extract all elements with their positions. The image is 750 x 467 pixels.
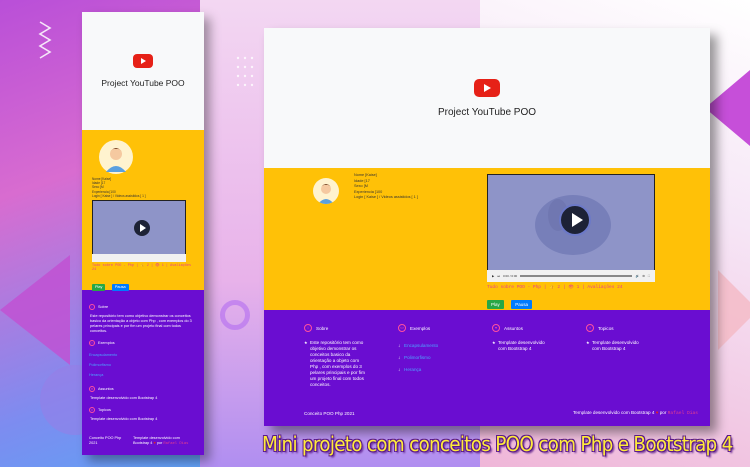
link-polimorfismo[interactable]: Polimorfismo (398, 352, 493, 364)
video-time: 0:00 / 0:00 (503, 274, 518, 278)
progress-bar[interactable] (520, 275, 633, 277)
footer-right: Template desenvolvido com Bootstrap 4 ♥ … (133, 436, 197, 447)
youtube-play-icon (133, 54, 153, 68)
section-heading: Sobre (98, 305, 109, 309)
footer-author: Rafael Dias (163, 442, 189, 446)
footer-right-text: Template desenvolvido com Bootstrap 4 (572, 410, 655, 415)
section-heading: Topicos (598, 325, 614, 331)
section-text: Template desenvolvido com Bootstrap 4 (90, 417, 158, 421)
section-heading: Exemplos (410, 325, 431, 331)
fullscreen-icon[interactable]: ⛶ (648, 274, 650, 278)
mobile-section-exemplos: <> Exemplos Encapsulamento Polimorfismo H… (89, 340, 197, 380)
link-polimorfismo[interactable]: Polimorfismo (89, 360, 197, 370)
mobile-video-buttons: Play Pausa (92, 275, 131, 293)
video-controls[interactable]: ▶ ⏭ 0:00 / 0:00 🔊 ⚙ ⛶ (487, 270, 655, 282)
footer-por: por (659, 410, 667, 415)
desktop-header: Project YouTube POO (264, 28, 710, 168)
footer-por: por (156, 441, 163, 445)
youtube-play-icon (474, 79, 500, 97)
heart-icon: ♥ (492, 324, 500, 332)
profile-login: Login [ Kaise ] / Videos assistidos [ 1 … (354, 195, 418, 200)
mobile-profile-info: Nome [Kaise] Idade [17 Sexo [M Experienc… (92, 177, 146, 198)
mobile-video-player[interactable] (92, 200, 186, 262)
mobile-footer: Conceito POO Php 2021 Template desenvolv… (89, 436, 197, 447)
footer-left: Conceito POO Php 2021 (304, 411, 355, 416)
mobile-section-sobre: i Sobre Este repositório tem como objetiv… (89, 304, 197, 334)
section-heading: Topicos (98, 408, 111, 412)
link-encapsulamento[interactable]: Encapsulamento (398, 340, 493, 352)
settings-icon[interactable]: ⚙ (642, 274, 645, 278)
decorative-triangle (0, 255, 70, 365)
link-heranca[interactable]: Herança (398, 364, 493, 376)
heart-icon: ♥ (655, 410, 659, 415)
video-controls[interactable] (92, 254, 186, 262)
mobile-video-stats: Tudo sobre POO - Php | 👍 2 | 👁 1 | Avali… (92, 264, 192, 272)
avatar (313, 178, 339, 204)
desktop-section-exemplos: <> Exemplos Encapsulamento Polimorfismo H… (398, 324, 493, 376)
desktop-app-title: Project YouTube POO (437, 107, 537, 118)
play-overlay-icon[interactable] (559, 204, 591, 236)
section-heading: Sobre (316, 325, 329, 331)
desktop-section-sobre: i Sobre Este repositório tem como objetiv… (304, 324, 399, 388)
decorative-circle (220, 300, 250, 330)
skip-icon[interactable]: ⏭ (497, 274, 500, 278)
mobile-section-assuntos: ♥ Assuntos Template desenvolvido com Boot… (89, 386, 197, 401)
play-button[interactable]: Play (92, 283, 106, 291)
info-icon: i (304, 324, 312, 332)
mobile-header: Project YouTube POO (82, 12, 204, 130)
info-icon: i (89, 304, 95, 310)
caption-banner: Mini projeto com conceitos POO com Php e… (262, 432, 733, 456)
footer-author: Rafael Dias (667, 411, 698, 416)
section-text: Template desenvolvido com Bootstrap 4 (90, 396, 158, 400)
profile-login: Login [ Kaise ] / Videos assistidos [ 1 … (92, 193, 146, 198)
heart-icon: ♥ (153, 441, 156, 445)
desktop-profile-section: Nome [Kaise] Idade [17 Sexo [M Experienc… (264, 168, 710, 310)
code-icon: <> (398, 324, 406, 332)
desktop-section-topicos: ≡ Topicos Template desenvolvido com Boots… (586, 324, 681, 352)
section-text: Template desenvolvido com Bootstrap 4 (586, 340, 646, 352)
desktop-footer-section: i Sobre Este repositório tem como objetiv… (264, 310, 710, 426)
section-text: Este repositório tem como objetivo demon… (90, 314, 192, 333)
mobile-footer-section: i Sobre Este repositório tem como objetiv… (82, 290, 204, 455)
avatar (99, 140, 133, 174)
decorative-triangle (718, 270, 750, 350)
play-button[interactable]: Play (487, 300, 504, 309)
decorative-zigzag (38, 21, 52, 59)
section-text: Este repositório tem como objetivo demon… (304, 340, 368, 388)
decorative-triangle (705, 70, 750, 146)
section-text: Template desenvolvido com Bootstrap 4 (492, 340, 552, 352)
desktop-section-assuntos: ♥ Assuntos Template desenvolvido com Boot… (492, 324, 587, 352)
mobile-profile-section: Nome [Kaise] Idade [17 Sexo [M Experienc… (82, 130, 204, 293)
desktop-screenshot: Project YouTube POO Nome [Kaise] Idade [… (264, 28, 710, 426)
mobile-section-topicos: ≡ Topicos Template desenvolvido com Boots… (89, 407, 197, 422)
section-heading: Exemplos (98, 341, 115, 345)
pause-button[interactable]: Pausa (111, 283, 129, 291)
list-icon: ≡ (586, 324, 594, 332)
heart-icon: ♥ (89, 386, 95, 392)
section-heading: Assuntos (504, 325, 523, 331)
link-heranca[interactable]: Herança (89, 370, 197, 380)
section-heading: Assuntos (98, 387, 114, 391)
desktop-video-stats: Tudo sobre POO - Php | 👍 2 | 👁 1 | Avali… (487, 285, 623, 290)
footer-left: Conceito POO Php 2021 (89, 436, 122, 445)
code-icon: <> (89, 340, 95, 346)
mobile-screenshot: Project YouTube POO Nome [Kaise] Idade [… (82, 12, 204, 455)
desktop-profile-info: Nome [Kaise] Idade [17 Sexo [M Experienc… (354, 173, 418, 201)
pause-button[interactable]: Pausa (511, 300, 532, 309)
desktop-video-buttons: Play Pausa (487, 293, 535, 311)
play-overlay-icon[interactable] (134, 220, 150, 236)
decorative-dots (236, 56, 254, 87)
link-encapsulamento[interactable]: Encapsulamento (89, 350, 197, 360)
list-icon: ≡ (89, 407, 95, 413)
mobile-app-title: Project YouTube POO (101, 78, 185, 88)
volume-icon[interactable]: 🔊 (635, 274, 639, 278)
footer-right: Template desenvolvido com Bootstrap 4 ♥ … (573, 410, 698, 416)
play-icon[interactable]: ▶ (492, 274, 494, 278)
desktop-video-player[interactable]: ▶ ⏭ 0:00 / 0:00 🔊 ⚙ ⛶ (487, 174, 655, 282)
